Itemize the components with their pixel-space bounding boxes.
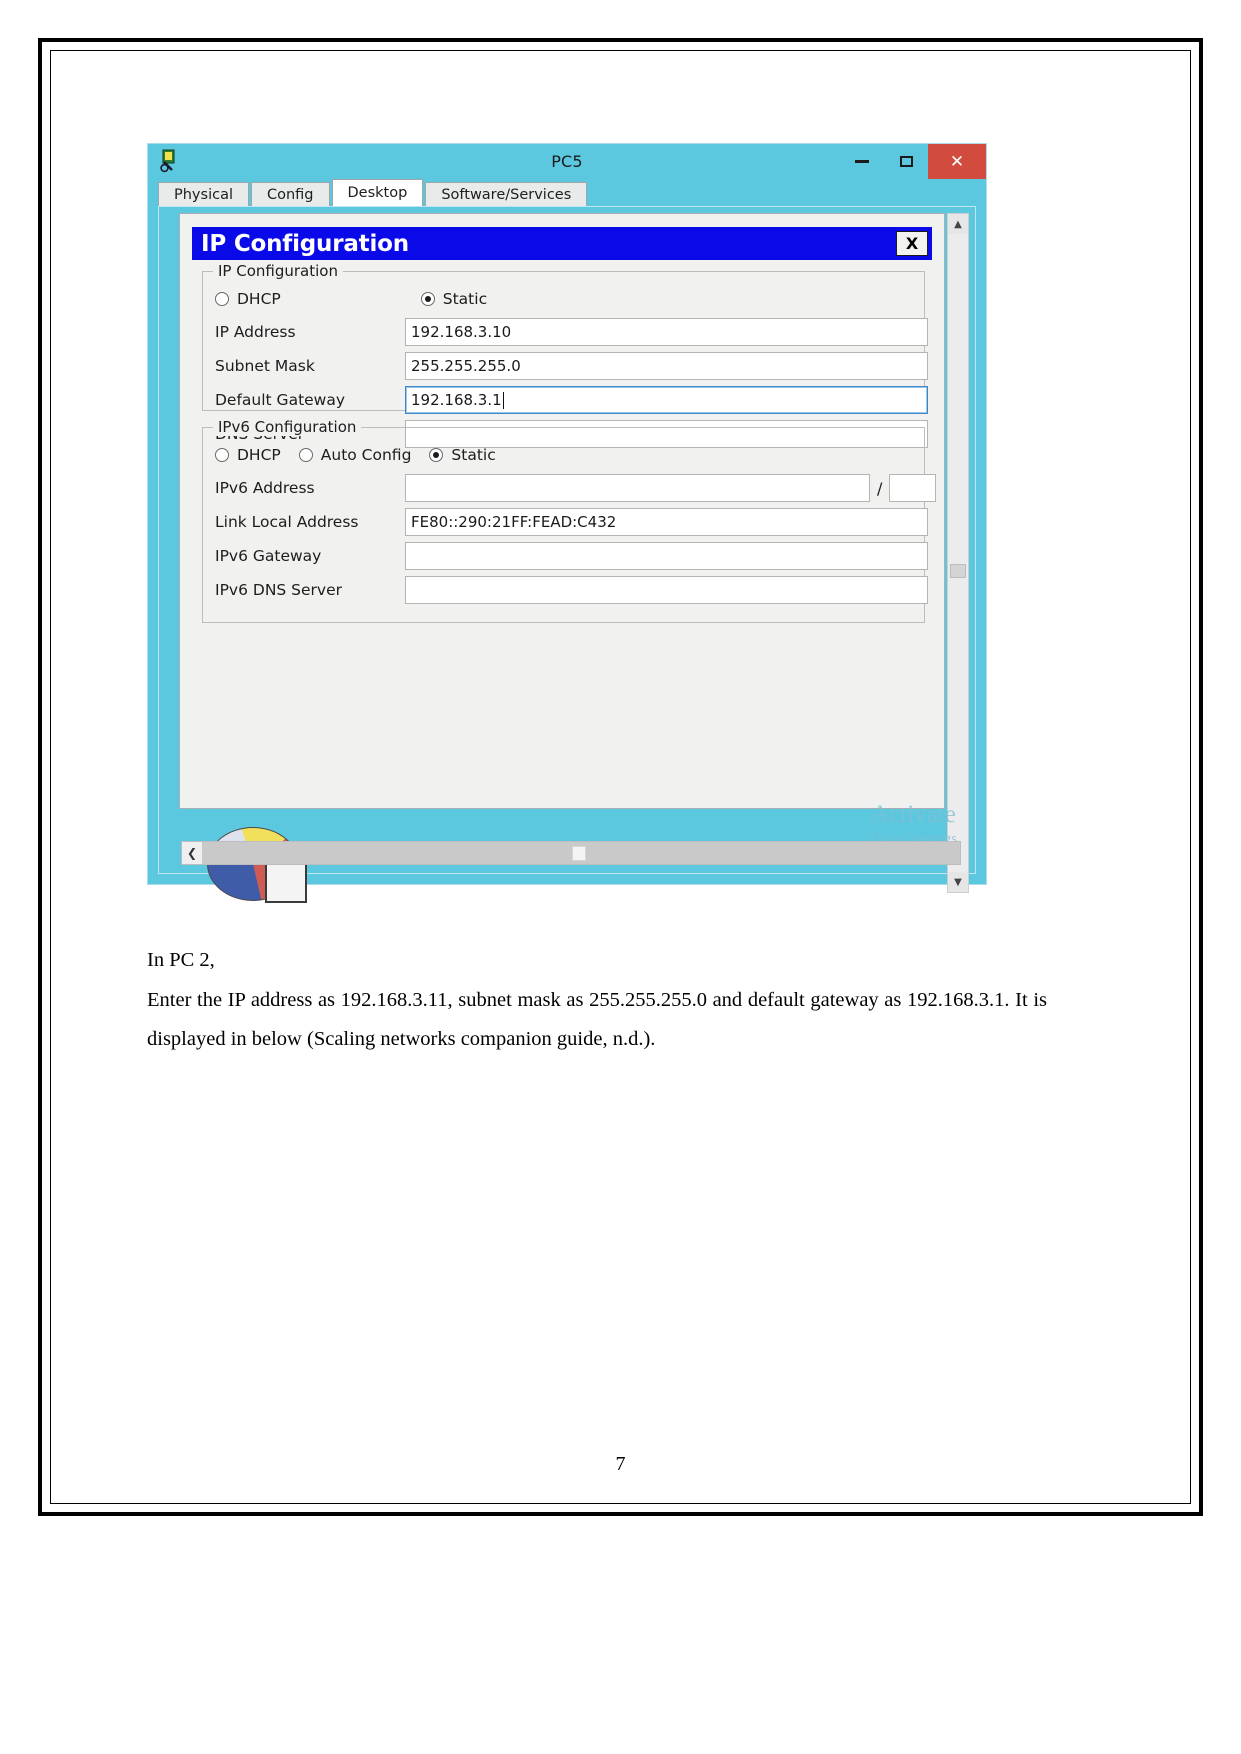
dialog-close-button[interactable]: X <box>896 231 928 256</box>
document-page: PC5 ✕ Physical Config Desktop Software/S… <box>50 50 1191 1504</box>
ip-address-row: IP Address 192.168.3.10 <box>215 317 928 347</box>
window-tabs: Physical Config Desktop Software/Service… <box>158 179 986 206</box>
document-page-border: PC5 ✕ Physical Config Desktop Software/S… <box>38 38 1203 1516</box>
ipv6-prefix-separator: / <box>877 478 883 498</box>
radio-checked-icon <box>429 448 444 462</box>
default-gateway-value: 192.168.3.1 <box>411 391 502 409</box>
ip-address-label: IP Address <box>215 323 296 341</box>
vertical-scrollbar-thumb[interactable] <box>950 564 966 578</box>
link-local-address-label: Link Local Address <box>215 513 359 531</box>
ipv4-dhcp-label: DHCP <box>237 290 281 308</box>
ipv4-configuration-group: IP Configuration DHCP Static IP Address … <box>202 262 928 448</box>
maximize-icon <box>899 156 913 167</box>
minimize-button[interactable] <box>840 144 884 179</box>
window-titlebar: PC5 ✕ <box>148 144 986 179</box>
paragraph-1: In PC 2, <box>147 949 215 971</box>
default-gateway-label: Default Gateway <box>215 391 346 409</box>
ipv6-auto-config-label: Auto Config <box>320 446 412 464</box>
document-icon <box>265 859 307 903</box>
ipv4-dhcp-radio[interactable]: DHCP <box>215 290 281 308</box>
packet-tracer-pc-icon <box>160 149 182 173</box>
radio-unchecked-icon <box>215 448 229 462</box>
tab-label: Config <box>266 186 314 203</box>
packet-tracer-window: PC5 ✕ Physical Config Desktop Software/S… <box>147 143 987 903</box>
default-gateway-row: Default Gateway 192.168.3.1 <box>215 385 928 415</box>
ipv6-dhcp-radio[interactable]: DHCP <box>215 446 281 464</box>
ipv4-static-label: Static <box>442 290 488 308</box>
minimize-icon <box>855 160 869 163</box>
close-icon: ✕ <box>949 151 965 172</box>
tab-physical[interactable]: Physical <box>158 182 249 206</box>
ip-configuration-dialog-titlebar: IP Configuration X <box>192 227 932 260</box>
ipv6-address-row: IPv6 Address / <box>215 473 937 503</box>
ipv6-static-radio[interactable]: Static <box>429 446 496 464</box>
ipv6-mode-radio-group: DHCP Auto Config Static <box>215 446 514 464</box>
link-local-address-input[interactable]: FE80::290:21FF:FEAD:C432 <box>405 508 928 536</box>
scroll-up-icon[interactable]: ▲ <box>948 214 968 234</box>
body-text: In PC 2, Enter the IP address as 192.168… <box>147 941 1047 1060</box>
tab-config[interactable]: Config <box>250 182 330 206</box>
ipv4-group-legend: IP Configuration <box>213 262 343 280</box>
ipv6-group-legend: IPv6 Configuration <box>213 418 362 436</box>
subnet-mask-label: Subnet Mask <box>215 357 315 375</box>
radio-unchecked-icon <box>215 292 229 306</box>
ipv6-dns-server-input[interactable] <box>405 576 928 604</box>
tab-label: Physical <box>174 186 233 203</box>
ipv6-static-label: Static <box>451 446 496 464</box>
desktop-panel: IP Configuration X IP Configuration DHCP <box>179 213 945 809</box>
close-button[interactable]: ✕ <box>928 144 986 179</box>
ip-address-input[interactable]: 192.168.3.10 <box>405 318 928 346</box>
ipv6-dhcp-label: DHCP <box>237 446 281 464</box>
tab-label: Desktop <box>347 185 408 201</box>
tab-software-services[interactable]: Software/Services <box>425 182 588 206</box>
watermark-line-1: Activate <box>871 801 956 828</box>
scroll-left-icon[interactable]: ❮ <box>182 842 202 864</box>
ipv6-address-label: IPv6 Address <box>215 479 315 497</box>
ipv6-gateway-label: IPv6 Gateway <box>215 547 322 565</box>
window-controls: ✕ <box>840 144 986 179</box>
text-caret <box>502 391 504 409</box>
page-number: 7 <box>615 1453 626 1475</box>
ipv6-auto-config-radio[interactable]: Auto Config <box>298 446 412 464</box>
ip-address-value: 192.168.3.10 <box>411 323 512 341</box>
desktop-canvas: - or IP Configuration X IP Configuration <box>158 206 976 903</box>
horizontal-scrollbar[interactable]: ❮ <box>181 841 961 865</box>
tab-label: Software/Services <box>441 186 572 203</box>
ipv6-gateway-input[interactable] <box>405 542 928 570</box>
ipv6-gateway-row: IPv6 Gateway <box>215 541 928 571</box>
ipv4-mode-radio-group: DHCP Static <box>215 290 505 308</box>
dialog-title: IP Configuration <box>201 230 409 257</box>
link-local-address-value: FE80::290:21FF:FEAD:C432 <box>411 513 617 531</box>
horizontal-scrollbar-thumb[interactable] <box>572 846 586 861</box>
scroll-down-icon[interactable]: ▼ <box>948 872 968 892</box>
ipv6-configuration-group: IPv6 Configuration DHCP Auto Config Stat… <box>202 418 937 623</box>
radio-checked-icon <box>420 292 435 306</box>
subnet-mask-row: Subnet Mask 255.255.255.0 <box>215 351 928 381</box>
subnet-mask-input[interactable]: 255.255.255.0 <box>405 352 928 380</box>
radio-unchecked-icon <box>298 448 313 462</box>
subnet-mask-value: 255.255.255.0 <box>411 357 521 375</box>
link-local-address-row: Link Local Address FE80::290:21FF:FEAD:C… <box>215 507 928 537</box>
dialog-close-icon: X <box>905 234 919 253</box>
ipv4-static-radio[interactable]: Static <box>420 290 488 308</box>
tab-desktop[interactable]: Desktop <box>331 179 424 206</box>
maximize-button[interactable] <box>884 144 928 179</box>
ipv6-prefix-input[interactable] <box>889 474 937 502</box>
ipv6-dns-server-label: IPv6 DNS Server <box>215 581 343 599</box>
ipv6-dns-server-row: IPv6 DNS Server <box>215 575 928 605</box>
default-gateway-input[interactable]: 192.168.3.1 <box>405 386 928 414</box>
paragraph-2: Enter the IP address as 192.168.3.11, su… <box>147 988 1047 1051</box>
ipv6-address-input[interactable] <box>405 474 870 502</box>
vertical-scrollbar[interactable]: ▲ ▼ <box>947 213 969 893</box>
